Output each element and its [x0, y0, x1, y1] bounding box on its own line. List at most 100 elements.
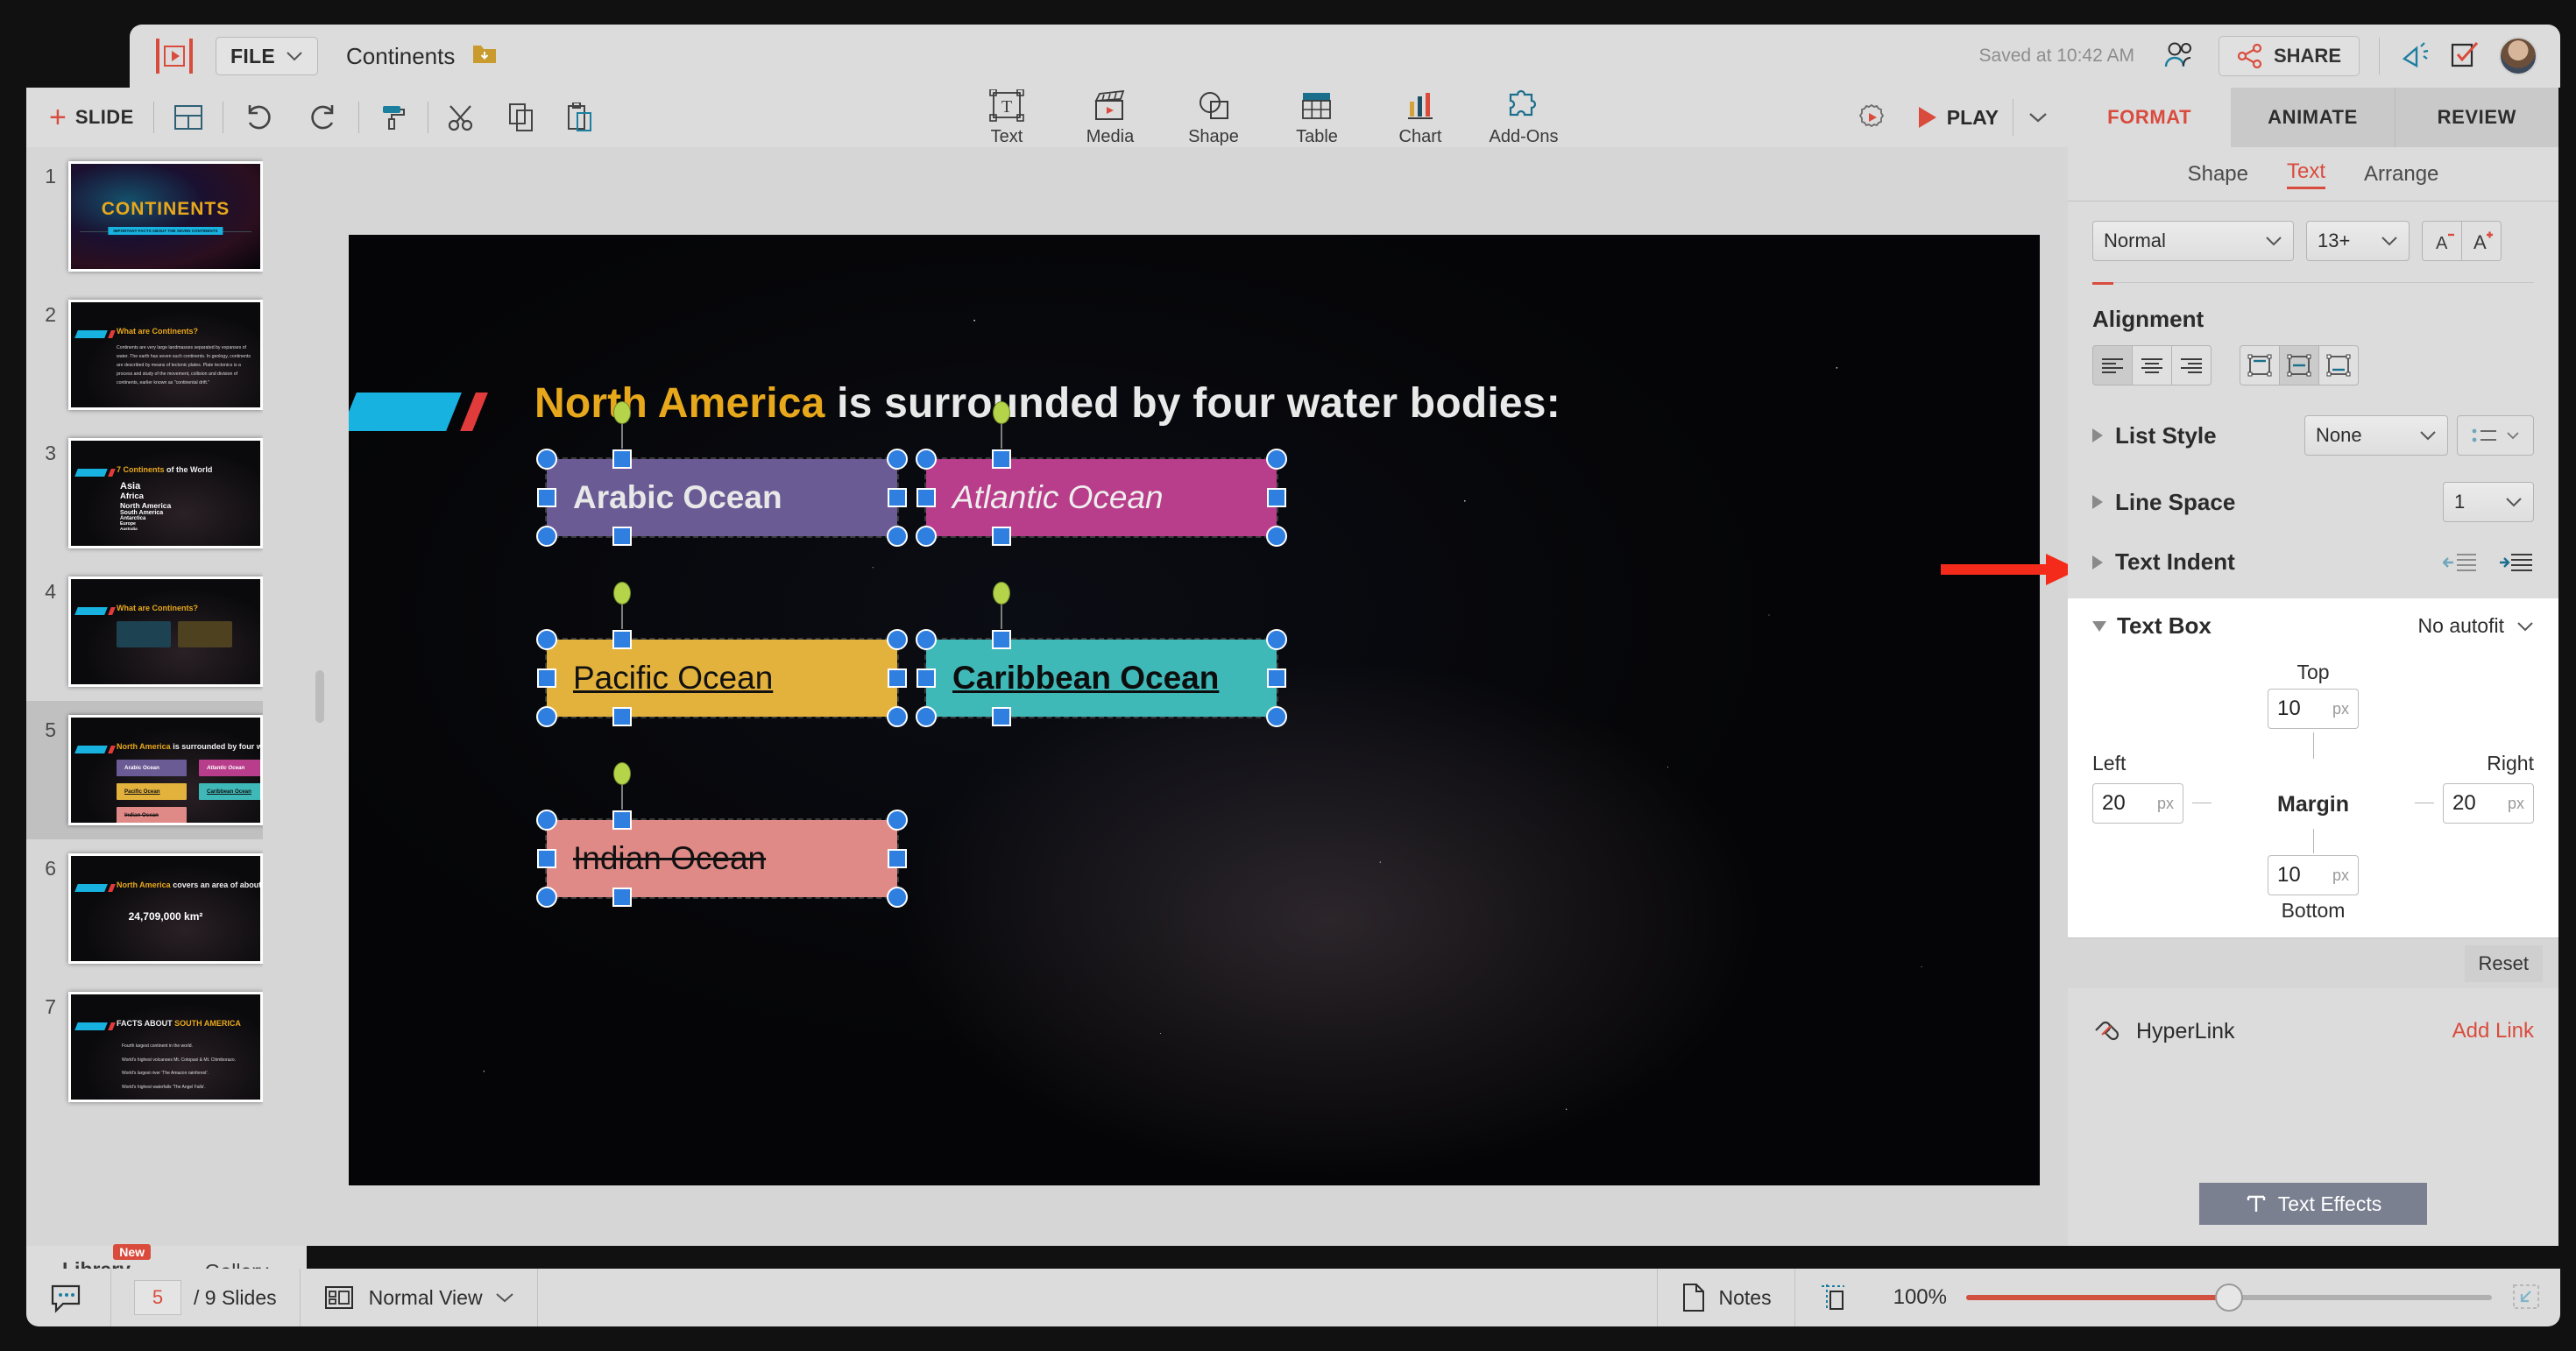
- thumbnail-slide-7[interactable]: FACTS ABOUT SOUTH AMERICA Fourth largest…: [68, 992, 263, 1102]
- tab-review[interactable]: REVIEW: [2396, 88, 2558, 147]
- resize-handle-tl[interactable]: [536, 629, 557, 650]
- add-link-button[interactable]: Add Link: [2452, 1019, 2534, 1043]
- shape-indian-ocean[interactable]: Indian Ocean: [547, 820, 897, 897]
- tool-media[interactable]: Media: [1058, 88, 1162, 147]
- increase-indent-icon[interactable]: [2499, 551, 2534, 574]
- resize-handle-tl[interactable]: [916, 629, 937, 650]
- margin-top-input[interactable]: 10 px: [2268, 689, 2359, 729]
- format-painter-icon[interactable]: [379, 103, 408, 132]
- margin-left-input[interactable]: 20 px: [2092, 783, 2183, 824]
- thumbnail-slide-6[interactable]: North America covers an area of about: 2…: [68, 853, 263, 964]
- view-mode-selector[interactable]: Normal View: [301, 1269, 538, 1326]
- thumbnail-slide-3[interactable]: 7 Continents of the World Asia Africa No…: [68, 438, 263, 548]
- resize-handle-bl[interactable]: [536, 526, 557, 547]
- resize-handle-bc[interactable]: [992, 707, 1011, 726]
- expand-arrow-icon[interactable]: [2092, 555, 2103, 569]
- resize-handle-br[interactable]: [1266, 526, 1287, 547]
- resize-handle-tc[interactable]: [992, 630, 1011, 649]
- shape-pacific-ocean[interactable]: Pacific Ocean: [547, 640, 897, 717]
- layout-icon[interactable]: [173, 103, 203, 131]
- notes-button[interactable]: Notes: [1657, 1269, 1794, 1326]
- file-menu-button[interactable]: FILE: [216, 37, 318, 75]
- share-button[interactable]: SHARE: [2219, 36, 2360, 76]
- resize-handle-tc[interactable]: [992, 449, 1011, 469]
- tool-addons[interactable]: Add-Ons: [1472, 88, 1575, 147]
- resize-handle-tr[interactable]: [887, 810, 908, 831]
- tool-table[interactable]: Table: [1265, 88, 1369, 147]
- tool-text[interactable]: T Text: [955, 88, 1058, 147]
- slide-canvas-area[interactable]: North America is surrounded by four wate…: [263, 147, 2068, 1246]
- guides-button[interactable]: [1794, 1269, 1871, 1326]
- resize-handle-mr[interactable]: [1267, 488, 1286, 507]
- expand-arrow-icon[interactable]: [2092, 495, 2103, 509]
- margin-bottom-input[interactable]: 10 px: [2268, 855, 2359, 895]
- scissors-icon[interactable]: [448, 103, 478, 131]
- resize-handle-tc[interactable]: [612, 449, 632, 469]
- valign-bottom-button[interactable]: [2318, 345, 2359, 385]
- resize-handle-mr[interactable]: [1267, 668, 1286, 688]
- user-avatar[interactable]: [2499, 37, 2537, 75]
- bullet-list-button[interactable]: [2457, 415, 2534, 456]
- align-right-button[interactable]: [2171, 345, 2212, 385]
- line-space-select[interactable]: 1: [2443, 482, 2534, 522]
- resize-handle-ml[interactable]: [916, 668, 936, 688]
- font-size-select[interactable]: 13+: [2306, 221, 2410, 261]
- paste-icon[interactable]: [565, 103, 593, 132]
- autofit-select[interactable]: No autofit: [2418, 614, 2534, 638]
- resize-handle-tc[interactable]: [612, 810, 632, 830]
- paragraph-style-select[interactable]: Normal: [2092, 221, 2294, 261]
- slide-editor[interactable]: North America is surrounded by four wate…: [349, 235, 2040, 1185]
- rotate-handle[interactable]: [613, 762, 631, 785]
- rotate-handle[interactable]: [613, 401, 631, 424]
- shape-arabic-ocean[interactable]: Arabic Ocean: [547, 459, 897, 536]
- resize-handle-br[interactable]: [1266, 706, 1287, 727]
- rotate-handle[interactable]: [993, 582, 1010, 605]
- resize-handle-ml[interactable]: [537, 668, 556, 688]
- increase-font-size-button[interactable]: A: [2461, 221, 2502, 261]
- resize-handle-tl[interactable]: [536, 449, 557, 470]
- resize-handle-tl[interactable]: [916, 449, 937, 470]
- resize-handle-mr[interactable]: [888, 488, 907, 507]
- valign-middle-button[interactable]: [2279, 345, 2319, 385]
- comments-button[interactable]: [26, 1269, 111, 1326]
- shape-caribbean-ocean[interactable]: Caribbean Ocean: [926, 640, 1277, 717]
- panel-resize-handle[interactable]: [315, 670, 324, 723]
- list-style-select[interactable]: None: [2304, 415, 2448, 456]
- megaphone-icon[interactable]: [2399, 41, 2432, 71]
- add-slide-button[interactable]: + SLIDE: [49, 103, 134, 132]
- valign-top-button[interactable]: [2240, 345, 2280, 385]
- subtab-arrange[interactable]: Arrange: [2364, 162, 2438, 187]
- zoom-slider-knob[interactable]: [2215, 1284, 2243, 1312]
- resize-handle-br[interactable]: [887, 526, 908, 547]
- tool-shape[interactable]: Shape: [1162, 88, 1265, 147]
- tool-chart[interactable]: Chart: [1369, 88, 1472, 147]
- resize-handle-br[interactable]: [887, 706, 908, 727]
- resize-handle-bc[interactable]: [612, 707, 632, 726]
- resize-handle-mr[interactable]: [888, 668, 907, 688]
- expand-arrow-icon[interactable]: [2092, 428, 2103, 442]
- rotate-handle[interactable]: [993, 401, 1010, 424]
- fit-screen-icon[interactable]: [2511, 1283, 2543, 1312]
- undo-icon[interactable]: [243, 103, 274, 131]
- slide-title[interactable]: North America is surrounded by four wate…: [534, 379, 1560, 428]
- gear-play-icon[interactable]: [1856, 102, 1887, 133]
- resize-handle-tr[interactable]: [887, 629, 908, 650]
- resize-handle-tc[interactable]: [612, 630, 632, 649]
- tab-format[interactable]: FORMAT: [2068, 88, 2231, 147]
- decrease-font-size-button[interactable]: A: [2422, 221, 2462, 261]
- align-left-button[interactable]: [2092, 345, 2133, 385]
- resize-handle-tl[interactable]: [536, 810, 557, 831]
- document-title[interactable]: Continents: [346, 43, 455, 70]
- zoom-slider[interactable]: [1966, 1295, 2492, 1300]
- collapse-arrow-icon[interactable]: [2092, 621, 2106, 632]
- current-slide-input[interactable]: 5: [134, 1280, 181, 1315]
- app-logo-icon[interactable]: [156, 39, 193, 74]
- resize-handle-bl[interactable]: [536, 706, 557, 727]
- rotate-handle[interactable]: [613, 582, 631, 605]
- people-icon[interactable]: [2162, 39, 2199, 74]
- resize-handle-ml[interactable]: [537, 488, 556, 507]
- resize-handle-ml[interactable]: [916, 488, 936, 507]
- resize-handle-ml[interactable]: [537, 849, 556, 868]
- thumbnail-slide-2[interactable]: What are Continents? Continents are very…: [68, 300, 263, 410]
- thumbnail-slide-4[interactable]: What are Continents?: [68, 576, 263, 687]
